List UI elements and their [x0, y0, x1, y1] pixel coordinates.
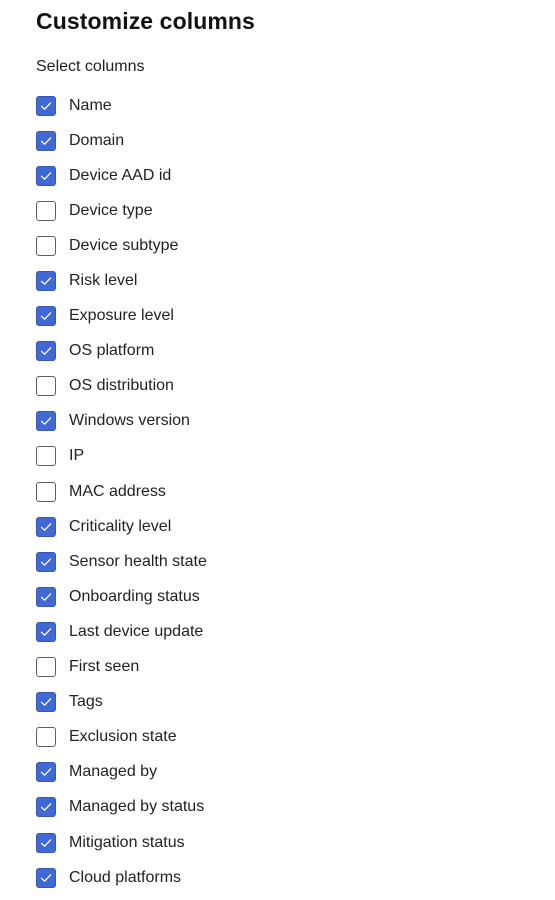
checkbox-exclusion-state[interactable] [36, 727, 56, 748]
column-option-label: Windows version [69, 412, 190, 430]
column-option-label: Managed by [69, 763, 158, 781]
select-columns-label: Select columns [36, 58, 145, 75]
checkbox-risk-level[interactable] [36, 271, 56, 292]
column-option-tags[interactable]: Tags [36, 685, 207, 720]
column-option-os-distribution[interactable]: OS distribution [36, 369, 207, 404]
checkmark-icon [40, 522, 52, 531]
checkbox-os-distribution[interactable] [36, 376, 56, 397]
checkmark-icon [40, 136, 52, 145]
checkbox-name[interactable] [36, 95, 56, 116]
checkmark-icon [40, 417, 52, 426]
column-option-mac-address[interactable]: MAC address [36, 474, 207, 509]
panel-title: Customize columns [36, 8, 255, 34]
column-option-label: First seen [69, 658, 140, 676]
column-option-mitigation-status[interactable]: Mitigation status [36, 825, 207, 860]
checkmark-icon [40, 873, 52, 882]
column-option-label: Cloud platforms [69, 868, 182, 886]
checkmark-icon [40, 312, 52, 320]
column-option-managed-by-status[interactable]: Managed by status [36, 790, 207, 825]
checkbox-mitigation-status[interactable] [36, 832, 56, 853]
checkmark-icon [40, 593, 52, 601]
column-option-label: Sensor health state [69, 552, 207, 570]
checkmark-icon [40, 698, 52, 706]
checkbox-device-type[interactable] [36, 200, 56, 221]
checkbox-device-subtype[interactable] [36, 235, 56, 256]
column-option-device-subtype[interactable]: Device subtype [36, 228, 207, 263]
column-option-exclusion-state[interactable]: Exclusion state [36, 720, 207, 755]
column-option-first-seen[interactable]: First seen [36, 650, 207, 685]
column-option-cloud-platforms[interactable]: Cloud platforms [36, 860, 207, 895]
checkbox-exposure-level[interactable] [36, 306, 56, 327]
checkmark-icon [40, 347, 52, 356]
column-option-sensor-health-state[interactable]: Sensor health state [36, 544, 207, 579]
column-option-label: Onboarding status [69, 587, 200, 605]
column-checkbox-list: Name Domain Device AAD id Device type De… [36, 88, 207, 895]
column-option-label: Device subtype [69, 236, 179, 254]
checkbox-windows-version[interactable] [36, 411, 56, 432]
checkbox-tags[interactable] [36, 692, 56, 713]
column-option-managed-by[interactable]: Managed by [36, 755, 207, 790]
checkbox-sensor-health-state[interactable] [36, 551, 56, 572]
column-option-label: Exclusion state [69, 728, 177, 746]
checkbox-ip[interactable] [36, 446, 56, 467]
checkbox-onboarding-status[interactable] [36, 586, 56, 607]
checkbox-os-platform[interactable] [36, 341, 56, 362]
column-option-label: OS distribution [69, 377, 174, 395]
column-option-windows-version[interactable]: Windows version [36, 404, 207, 439]
checkbox-last-device-update[interactable] [36, 621, 56, 642]
checkbox-device-aad-id[interactable] [36, 165, 56, 186]
column-option-criticality-level[interactable]: Criticality level [36, 509, 207, 544]
column-option-label: Device type [69, 201, 153, 219]
column-option-last-device-update[interactable]: Last device update [36, 614, 207, 649]
checkbox-criticality-level[interactable] [36, 516, 56, 537]
column-option-name[interactable]: Name [36, 88, 207, 123]
column-option-label: OS platform [69, 342, 155, 360]
column-option-label: Exposure level [69, 307, 174, 325]
column-option-label: Name [69, 96, 112, 114]
column-option-onboarding-status[interactable]: Onboarding status [36, 579, 207, 614]
checkmark-icon [40, 171, 52, 180]
column-option-ip[interactable]: IP [36, 439, 207, 474]
column-option-device-aad-id[interactable]: Device AAD id [36, 158, 207, 193]
column-option-device-type[interactable]: Device type [36, 193, 207, 228]
checkbox-mac-address[interactable] [36, 481, 56, 502]
column-option-label: MAC address [69, 482, 166, 500]
checkbox-cloud-platforms[interactable] [36, 867, 56, 888]
checkbox-managed-by-status[interactable] [36, 797, 56, 818]
checkbox-first-seen[interactable] [36, 657, 56, 678]
checkmark-icon [40, 768, 52, 777]
column-option-label: Mitigation status [69, 833, 185, 851]
checkmark-icon [40, 558, 52, 566]
column-option-exposure-level[interactable]: Exposure level [36, 299, 207, 334]
checkmark-icon [40, 803, 52, 812]
checkmark-icon [40, 838, 52, 847]
column-option-label: IP [69, 447, 85, 465]
column-option-label: Criticality level [69, 517, 172, 535]
checkbox-managed-by[interactable] [36, 762, 56, 783]
checkmark-icon [40, 277, 52, 285]
checkmark-icon [40, 101, 52, 110]
column-option-risk-level[interactable]: Risk level [36, 263, 207, 298]
column-option-label: Domain [69, 131, 125, 149]
column-option-os-platform[interactable]: OS platform [36, 334, 207, 369]
column-option-label: Tags [69, 693, 103, 711]
column-option-label: Device AAD id [69, 166, 172, 184]
checkmark-icon [40, 628, 52, 636]
column-option-label: Managed by status [69, 798, 205, 816]
column-option-label: Risk level [69, 272, 138, 290]
column-option-domain[interactable]: Domain [36, 123, 207, 158]
checkbox-domain[interactable] [36, 130, 56, 151]
column-option-label: Last device update [69, 622, 204, 640]
